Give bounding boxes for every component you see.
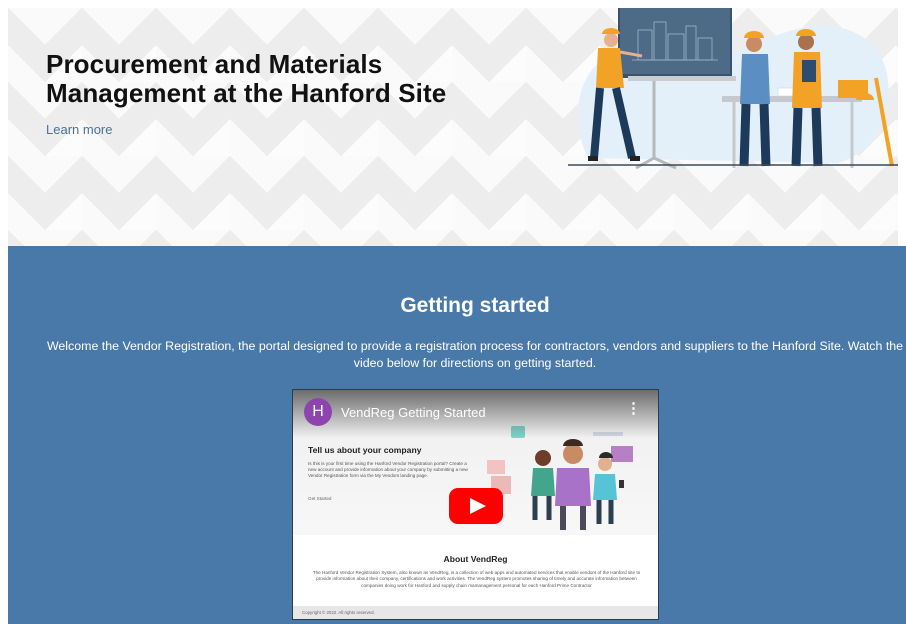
hero-title: Procurement and Materials Management at … bbox=[46, 49, 447, 108]
youtube-play-icon[interactable] bbox=[449, 488, 503, 524]
section-title: Getting started bbox=[400, 294, 550, 317]
construction-team-illustration bbox=[568, 8, 898, 170]
channel-avatar[interactable]: H bbox=[304, 398, 332, 426]
hero-banner: Procurement and Materials Management at … bbox=[8, 8, 898, 246]
about-title: About VendReg bbox=[443, 554, 508, 564]
slide-get-started: Get Started bbox=[308, 496, 332, 501]
video-player[interactable]: Tell us about your company Is this is yo… bbox=[292, 389, 659, 620]
slide-body: Is this is your first time using the Han… bbox=[308, 461, 468, 479]
video-title[interactable]: VendReg Getting Started bbox=[341, 405, 486, 420]
more-vert-icon[interactable]: ⋮ bbox=[626, 401, 641, 416]
section-description: Welcome the Vendor Registration, the por… bbox=[46, 339, 904, 370]
about-body: The Hanford Vendor Registration System, … bbox=[312, 570, 641, 588]
learn-more-link[interactable]: Learn more bbox=[46, 122, 112, 137]
getting-started-section: Getting started Welcome the Vendor Regis… bbox=[8, 246, 906, 624]
copyright-text: Copyright © 2022. All rights reserved. bbox=[293, 606, 658, 619]
slide-heading: Tell us about your company bbox=[308, 445, 422, 455]
page: Procurement and Materials Management at … bbox=[0, 0, 906, 624]
video-title-bar: H VendReg Getting Started ⋮ bbox=[293, 390, 658, 438]
